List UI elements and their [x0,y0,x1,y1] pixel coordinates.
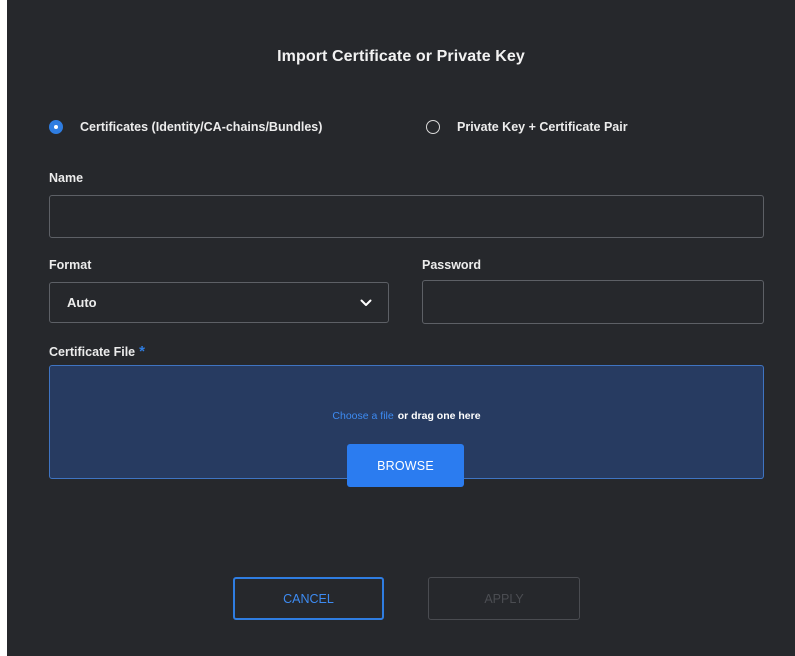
name-input[interactable] [49,195,764,238]
file-dropzone[interactable]: Choose a file or drag one here BROWSE [49,365,764,487]
required-marker: * [139,343,145,360]
cancel-button[interactable]: CANCEL [233,577,384,620]
radio-unchecked-icon[interactable] [426,120,440,134]
browse-button[interactable]: BROWSE [347,444,464,487]
password-input[interactable] [422,280,764,324]
drag-text: or drag one here [397,410,481,422]
dialog-title: Import Certificate or Private Key [277,48,525,65]
certificate-file-label: Certificate File [49,345,136,359]
name-label: Name [49,171,84,185]
dropzone-text: Choose a file or drag one here [50,410,763,422]
radio-certificates-label[interactable]: Certificates (Identity/CA-chains/Bundles… [80,120,322,134]
format-select-value: Auto [67,295,97,310]
import-type-radio-group: Certificates (Identity/CA-chains/Bundles… [49,120,775,140]
radio-checked-icon[interactable] [49,120,63,134]
radio-private-key-pair-label[interactable]: Private Key + Certificate Pair [457,120,628,134]
apply-button[interactable]: APPLY [428,577,580,620]
choose-file-link[interactable]: Choose a file [332,410,393,422]
password-label: Password [422,258,482,272]
format-select[interactable]: Auto [49,282,389,323]
chevron-down-icon [360,299,372,306]
import-certificate-dialog: Import Certificate or Private Key Certif… [7,0,795,656]
certificate-file-label-row: Certificate File * [49,343,145,360]
radio-certificates[interactable]: Certificates (Identity/CA-chains/Bundles… [49,120,322,134]
radio-private-key-pair[interactable]: Private Key + Certificate Pair [426,120,628,134]
format-label: Format [49,258,92,272]
